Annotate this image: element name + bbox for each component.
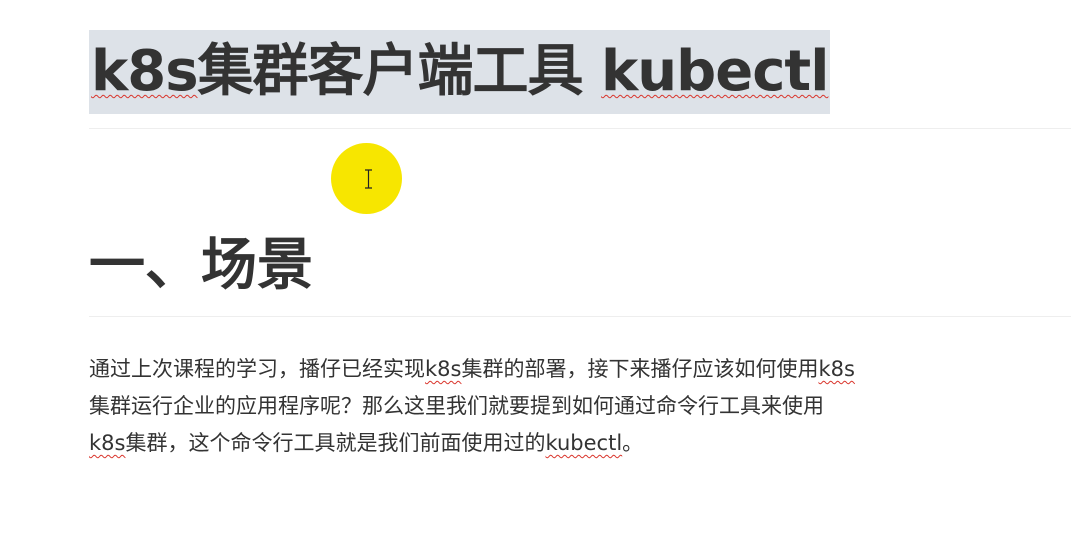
title-k8s: k8s [91, 39, 199, 104]
misspelled-word: k8s [818, 357, 855, 381]
title-divider [89, 128, 1071, 129]
misspelled-word: k8s [425, 357, 462, 381]
paragraph-line-2: 集群运行企业的应用程序呢？那么这里我们就要提到如何通过命令行工具来使用 [89, 388, 1069, 425]
misspelled-word: kubectl [545, 431, 623, 455]
section-divider [89, 316, 1071, 317]
text-run: 集群运行企业的应用程序呢？那么这里我们就要提到如何通过命令行工具来使用 [89, 394, 824, 418]
title-middle: 集群客户端工具 [197, 39, 602, 104]
paragraph-line-3: k8s集群，这个命令行工具就是我们前面使用过的kubectl。 [89, 425, 1069, 462]
section-heading[interactable]: 一、场景 [89, 228, 313, 304]
misspelled-word: k8s [89, 431, 126, 455]
text-run: 。 [622, 431, 644, 455]
text-run: 集群，这个命令行工具就是我们前面使用过的 [125, 431, 546, 455]
text-run: 通过上次课程的学习，播仔已经实现 [89, 357, 425, 381]
document-page: k8s集群客户端工具 kubectl 一、场景 通过上次课程的学习，播仔已经实现… [0, 0, 1071, 556]
text-run: 集群的部署，接下来播仔应该如何使用 [461, 357, 819, 381]
text-cursor-icon [365, 169, 372, 189]
title-kubectl: kubectl [601, 39, 829, 104]
page-title[interactable]: k8s集群客户端工具 kubectl [89, 30, 831, 114]
body-paragraph[interactable]: 通过上次课程的学习，播仔已经实现k8s集群的部署，接下来播仔应该如何使用k8s … [89, 351, 1069, 462]
paragraph-line-1: 通过上次课程的学习，播仔已经实现k8s集群的部署，接下来播仔应该如何使用k8s [89, 351, 1069, 388]
